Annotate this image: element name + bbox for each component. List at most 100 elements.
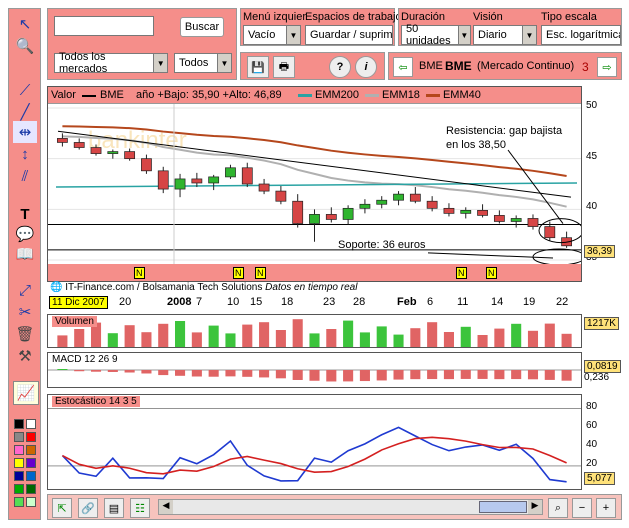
news-marker[interactable]: N [255,267,266,279]
channel-tool[interactable]: ⫽ [13,165,37,187]
type-select[interactable]: Todos ▼ [174,53,232,73]
price-tick: 45 [586,150,598,162]
news-marker[interactable]: N [134,267,145,279]
volume-bar [460,326,471,347]
action-bar: 💾 🖶 ? i [240,52,385,80]
vision-select[interactable]: Diario ▼ [473,25,537,45]
candle-body [376,199,388,205]
color-swatch[interactable] [26,445,36,455]
next-ticker-button[interactable]: ⇨ [597,57,617,77]
color-swatch[interactable] [26,484,36,494]
price-axis: 50454035 [584,100,624,263]
scroll-right-icon[interactable]: ▶ [528,500,542,514]
macd-panel[interactable]: MACD 12 26 9 [47,352,582,388]
info-button[interactable]: i [355,56,377,78]
volume-bar [527,330,539,347]
date-tick: 2008 [167,296,192,308]
color-swatch[interactable] [14,419,24,429]
workspace-select-value: Guardar / suprimir [310,29,393,41]
list-icon: ▤ [108,502,120,515]
color-swatch[interactable] [14,445,24,455]
chart-left-icon: ⇦ [398,61,408,74]
date-tick: 19 [523,296,536,308]
horizontal-scrollbar[interactable]: ◀ ▶ [158,499,543,515]
macd-bar [309,370,320,381]
prev-ticker-button[interactable]: ⇦ [393,57,413,77]
source-italic: Datos en tiempo real [265,282,358,293]
ticker-code: BME [419,60,443,72]
news-marker[interactable]: N [486,267,497,279]
date-tick: 20 [119,296,132,308]
help-button[interactable]: ? [329,56,351,78]
trendline-icon: ⟋ [19,81,31,99]
line-tool[interactable]: ╱ [13,101,37,123]
zoom-tool[interactable]: 🔍 [13,35,37,57]
comment-tool[interactable]: 💬 [13,223,37,245]
color-swatch[interactable] [26,419,36,429]
valor-label: Valor [51,89,76,101]
macd-bar [494,370,505,380]
print-button[interactable]: 🖶 [273,56,295,78]
date-tick: 10 [227,296,240,308]
stoch-tick: 20 [586,457,598,469]
candle-body [275,190,287,202]
scissors-tool[interactable]: ✂ [13,301,37,323]
date-tick: 15 [250,296,263,308]
chevron-down-icon: ▼ [522,26,536,44]
menu-select[interactable]: Vacío ▼ [243,25,301,45]
indicators-button[interactable]: ☷ [130,498,150,518]
scroll-left-icon[interactable]: ◀ [159,500,173,514]
volume-value: 1217K [584,317,619,330]
duracion-select[interactable]: 50 unidades ▼ [401,23,471,47]
chart-style-tool[interactable]: 📈 [13,381,39,405]
pointer-tool[interactable]: ↖ [13,13,37,35]
scroll-thumb[interactable] [479,501,527,513]
color-swatch[interactable] [26,458,36,468]
color-swatch[interactable] [26,497,36,507]
price-panel[interactable]: Valor BME año +Bajo: 35,90 +Alto: 46,89 … [47,86,582,282]
book-tool[interactable]: 📖 [13,243,37,265]
link-button[interactable]: 🔗 [78,498,98,518]
color-swatch[interactable] [14,471,24,481]
trendline-tool[interactable]: ⟋ [13,79,37,101]
escala-select[interactable]: Esc. logarítmica [541,25,621,45]
color-swatch[interactable] [26,471,36,481]
export-button[interactable]: ⇱ [52,498,72,518]
volume-bar [208,325,219,347]
volume-bar [309,333,320,347]
fibonacci-icon: ⤢ [18,281,31,299]
delete-tool[interactable]: 🗑 [13,323,37,345]
text-tool[interactable]: T [13,203,37,225]
color-swatch[interactable] [14,432,24,442]
bottom-toolbar: ⇱ 🔗 ▤ ☷ ◀ ▶ ⌕ − + [47,494,622,520]
stoch-panel[interactable]: Estocástico 14 3 5 [47,394,582,490]
menu-workspace-area: Menú izquier Espacios de trabajo Vacío ▼ … [240,8,402,46]
volume-bar [359,332,370,347]
color-swatch[interactable] [14,484,24,494]
hline-tool[interactable]: ⇹ [13,121,37,143]
link-icon: 🔗 [81,502,95,515]
zoom-out-button[interactable]: − [572,498,592,518]
zoom-in-button[interactable]: + [596,498,616,518]
color-swatch[interactable] [14,497,24,507]
settings-tool[interactable]: ⚒ [13,345,37,367]
fib-tool[interactable]: ⤢ [13,279,37,301]
price-chart[interactable]: bankinter Resistencia: gap bajistaen los … [48,104,581,264]
market-select[interactable]: Todos los mercados ▼ [54,51,168,75]
buscar-button[interactable]: Buscar [180,17,224,37]
volume-panel[interactable]: Volumen [47,314,582,348]
news-marker[interactable]: N [456,267,467,279]
color-swatch[interactable] [14,458,24,468]
vision-select-value: Diario [478,29,507,41]
list-button[interactable]: ▤ [104,498,124,518]
search-input[interactable] [54,16,154,36]
zoom-fit-button[interactable]: ⌕ [548,498,568,518]
workspace-select[interactable]: Guardar / suprimir [305,25,393,45]
vline-tool[interactable]: ↕ [13,143,37,165]
news-marker[interactable]: N [233,267,244,279]
macd-bar [124,370,135,373]
color-swatch[interactable] [26,432,36,442]
save-button[interactable]: 💾 [247,56,269,78]
date-tick: 11 [457,296,469,308]
macd-bar [359,370,370,382]
